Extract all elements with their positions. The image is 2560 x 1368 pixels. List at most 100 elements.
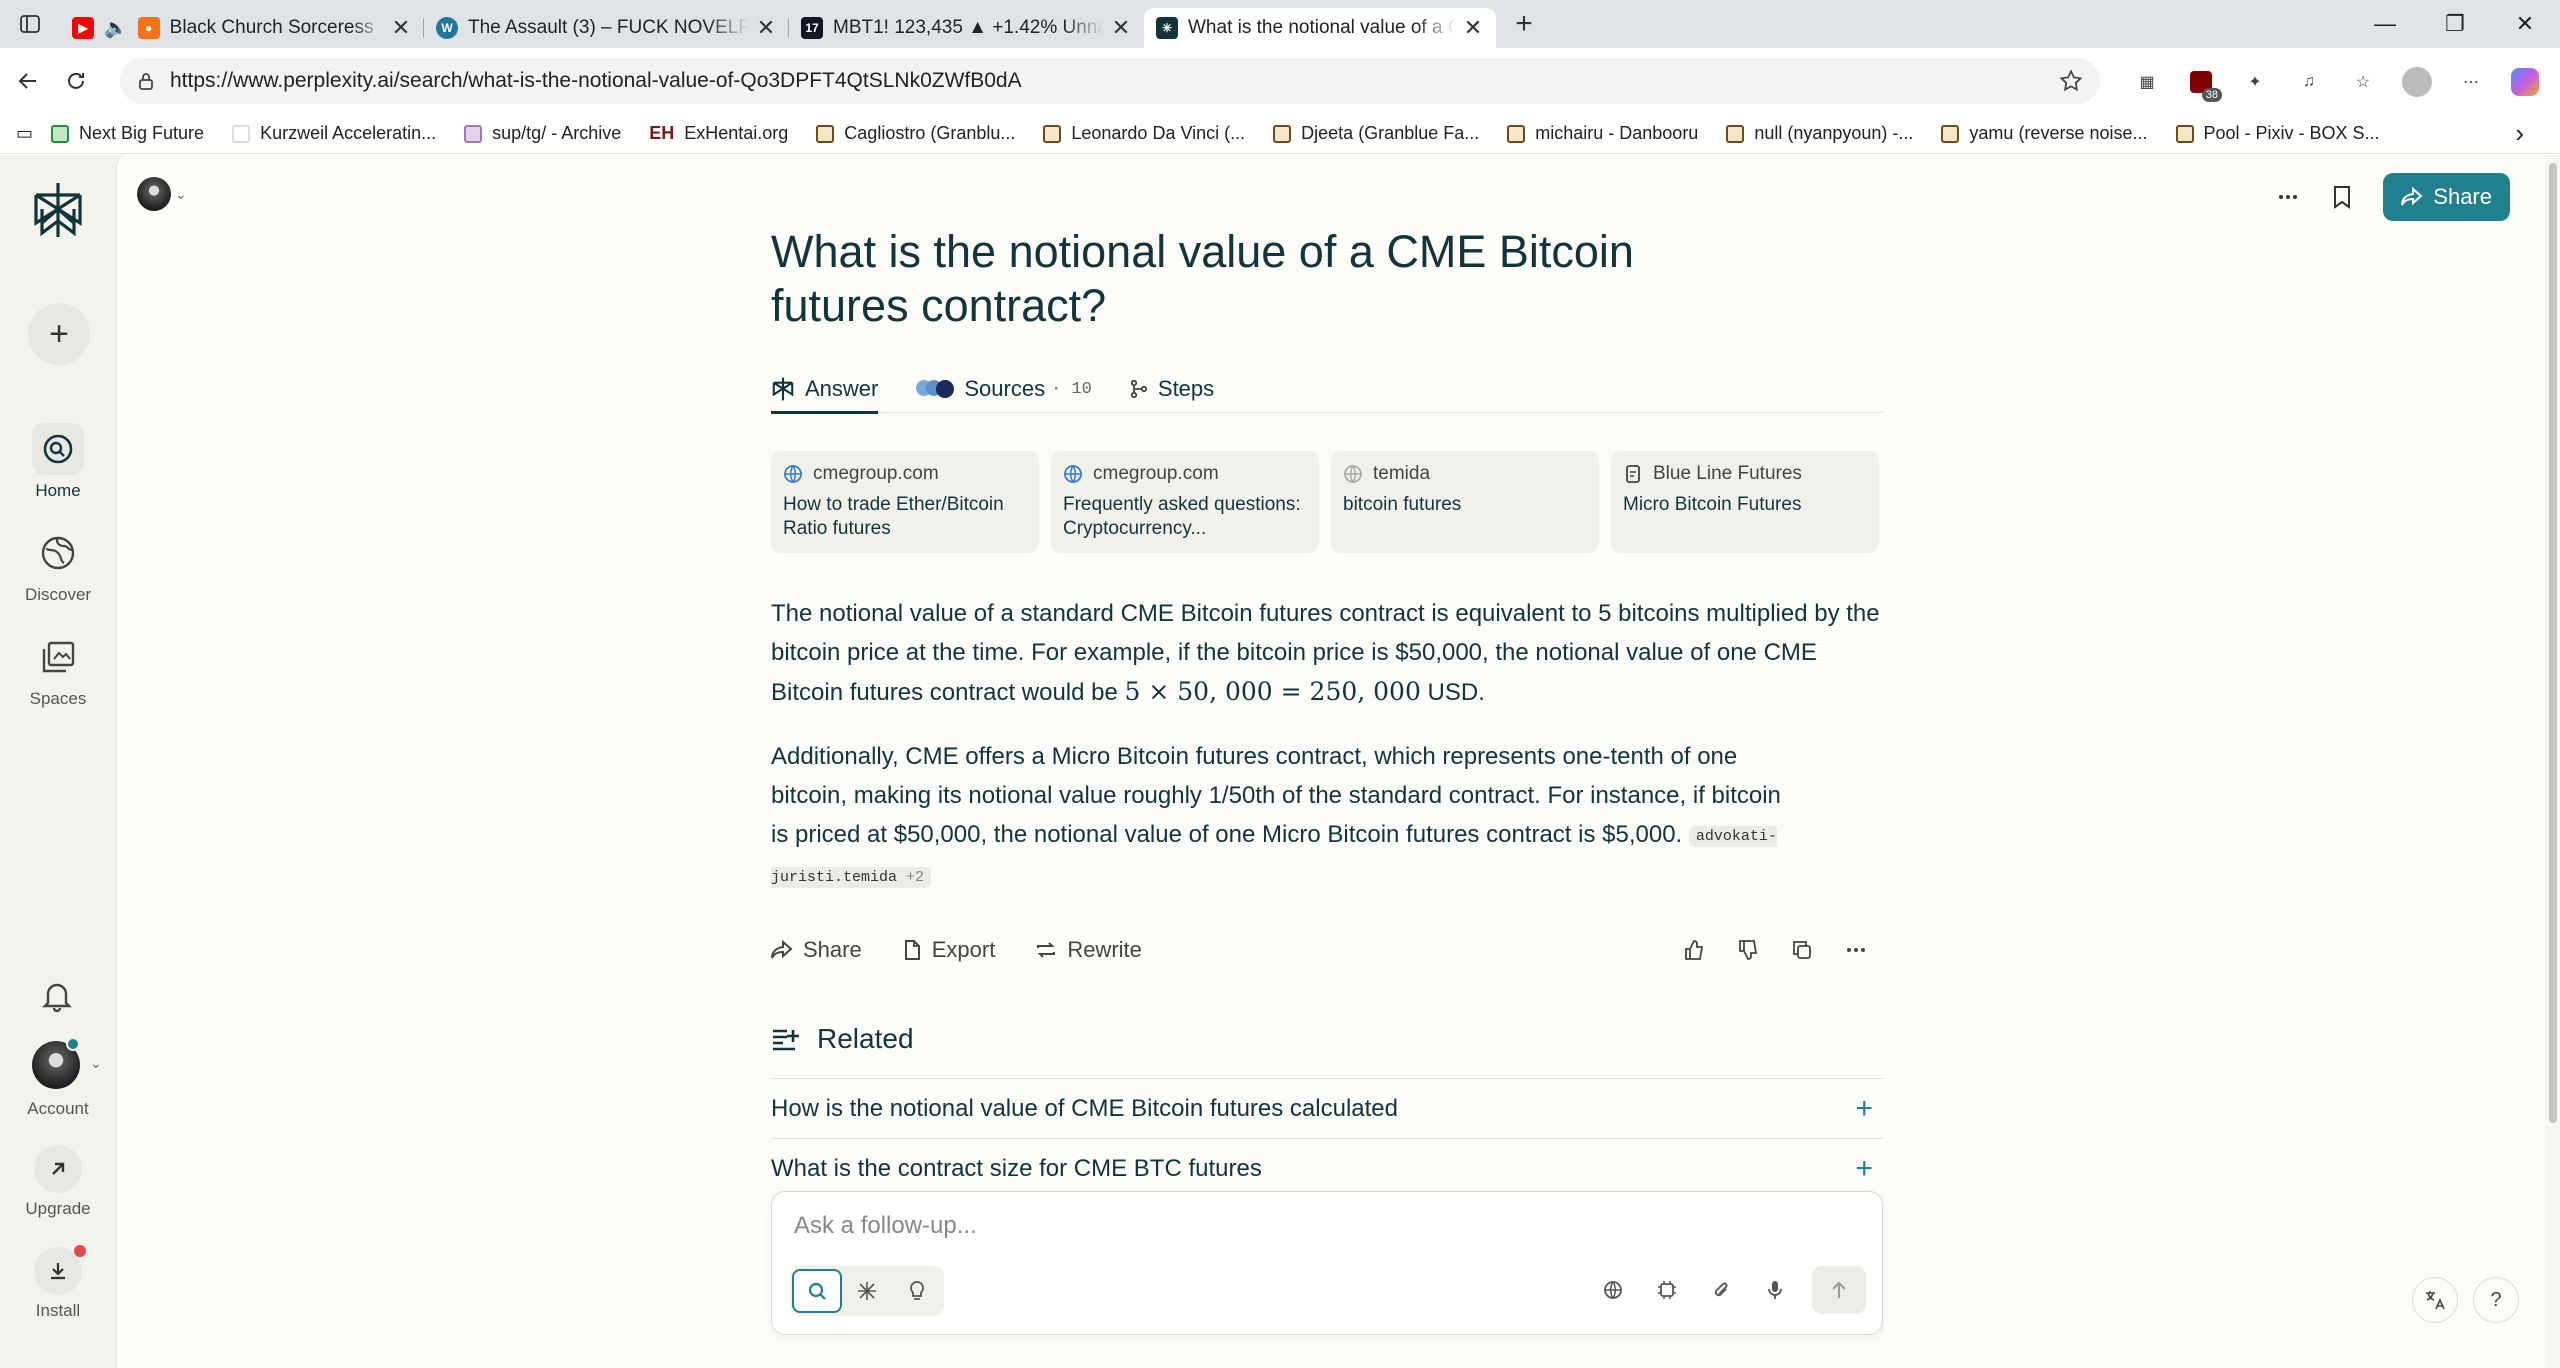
bookmark-item[interactable]: yamu (reverse noise...: [1941, 123, 2148, 144]
attach-paperclip-icon[interactable]: [1694, 1266, 1748, 1314]
close-tab-icon[interactable]: ✕: [1462, 15, 1484, 41]
answer-paragraph: The notional value of a standard CME Bit…: [771, 594, 1883, 712]
bookmark-label: Next Big Future: [79, 123, 205, 143]
sidebar-item-label: Upgrade: [25, 1199, 91, 1218]
source-card[interactable]: temida bitcoin futures: [1331, 451, 1599, 553]
research-mode-icon[interactable]: [842, 1269, 892, 1313]
related-item[interactable]: How is the notional value of CME Bitcoin…: [771, 1078, 1883, 1138]
share-button[interactable]: Share: [2383, 173, 2510, 221]
source-card[interactable]: cmegroup.com Frequently asked questions:…: [1051, 451, 1319, 553]
bookmark-item[interactable]: michairu - Danbooru: [1507, 123, 1698, 144]
speaker-icon[interactable]: 🔈: [104, 16, 128, 40]
browser-tab-active[interactable]: ✳ What is the notional value of a CME ✕: [1144, 8, 1496, 48]
bookmark-item[interactable]: EH ExHentai.org: [649, 123, 788, 144]
rewrite-button[interactable]: Rewrite: [1035, 937, 1142, 963]
model-chip-icon[interactable]: [1640, 1266, 1694, 1314]
help-icon[interactable]: ?: [2473, 1277, 2519, 1323]
read-aloud-icon[interactable]: ♫: [2282, 62, 2336, 102]
tab-label: Steps: [1157, 376, 1215, 401]
ublock-icon[interactable]: 38: [2174, 62, 2228, 102]
sidebar-item-spaces[interactable]: Spaces: [0, 631, 116, 709]
close-tab-icon[interactable]: ✕: [755, 15, 777, 41]
more-options-icon[interactable]: [2261, 173, 2315, 221]
new-thread-button[interactable]: +: [28, 303, 90, 365]
browser-tab[interactable]: W The Assault (3) – FUCK NOVELPIA ✕: [424, 8, 789, 48]
close-window-icon[interactable]: ✕: [2490, 11, 2560, 37]
scrollbar[interactable]: [2545, 155, 2560, 1368]
bookmark-item[interactable]: Kurzweil Acceleratin...: [232, 123, 436, 144]
extensions-puzzle-icon[interactable]: ✦: [2228, 62, 2282, 102]
bookmark-icon[interactable]: [2315, 173, 2369, 221]
copilot-icon[interactable]: [2498, 62, 2552, 102]
minimize-icon[interactable]: —: [2350, 11, 2420, 37]
tab-sources[interactable]: Sources · 10: [916, 365, 1092, 413]
sidebar-item-account[interactable]: ⌄ Account: [0, 1037, 116, 1119]
close-tab-icon[interactable]: ✕: [390, 15, 412, 41]
collections-icon[interactable]: ▭: [16, 123, 33, 144]
qr-code-icon[interactable]: ▦: [2120, 62, 2174, 102]
bookmark-item[interactable]: Djeeta (Granblue Fa...: [1273, 123, 1479, 144]
search-mode-icon[interactable]: [792, 1269, 842, 1313]
address-input[interactable]: https://www.perplexity.ai/search/what-is…: [120, 58, 2100, 104]
source-card[interactable]: cmegroup.com How to trade Ether/Bitcoin …: [771, 451, 1039, 553]
arrow-up-right-icon: [34, 1145, 82, 1193]
back-icon[interactable]: [8, 61, 48, 101]
bookmark-item[interactable]: Pool - Pixiv - BOX S...: [2175, 123, 2380, 144]
bookmark-item[interactable]: Next Big Future: [51, 123, 204, 144]
scrollbar-thumb[interactable]: [2549, 163, 2557, 1123]
bookmark-item[interactable]: sup/tg/ - Archive: [464, 123, 621, 144]
more-menu-icon[interactable]: ⋯: [2444, 62, 2498, 102]
reasoning-bulb-icon[interactable]: [892, 1269, 942, 1313]
flame-icon: ●: [137, 17, 160, 39]
favorite-star-icon[interactable]: [2058, 68, 2084, 94]
source-domain: cmegroup.com: [813, 463, 939, 484]
reload-icon[interactable]: [56, 61, 96, 101]
sidebar-item-upgrade[interactable]: Upgrade: [0, 1145, 116, 1219]
tab-steps[interactable]: Steps: [1130, 365, 1214, 413]
share-action-button[interactable]: Share: [771, 937, 862, 963]
bookmarks-overflow-chevron-icon[interactable]: ›: [2515, 118, 2524, 149]
browser-tab[interactable]: 17 MBT1! 123,435 ▲ +1.42% Unnamed ✕: [789, 8, 1144, 48]
bookmark-item[interactable]: Cagliostro (Granblu...: [816, 123, 1015, 144]
more-options-icon[interactable]: [1829, 930, 1883, 970]
thumbs-up-icon[interactable]: [1667, 930, 1721, 970]
follow-up-input[interactable]: Ask a follow-up...: [794, 1212, 977, 1240]
thread-owner-menu[interactable]: ⌄: [137, 177, 187, 211]
bookmark-label: Pool - Pixiv - BOX S...: [2203, 123, 2380, 143]
microphone-icon[interactable]: [1748, 1266, 1802, 1314]
sidebar-item-install[interactable]: Install: [0, 1245, 116, 1321]
browser-tab[interactable]: ▶ 🔈 ● Black Church Sorceress ✕: [60, 8, 424, 48]
math-expression: 5 × 50, 000 = 250, 000: [1124, 677, 1421, 706]
globe-icon: [32, 527, 84, 579]
tab-answer[interactable]: Answer: [771, 365, 879, 414]
bookmark-favicon: [1043, 124, 1062, 143]
bookmark-favicon: [1726, 124, 1745, 143]
perplexity-logo-icon[interactable]: [30, 179, 86, 241]
export-button[interactable]: Export: [902, 937, 995, 963]
close-tab-icon[interactable]: ✕: [1110, 15, 1132, 41]
steps-branch-icon: [1130, 379, 1148, 399]
copy-icon[interactable]: [1775, 930, 1829, 970]
globe-icon[interactable]: [1586, 1266, 1640, 1314]
profile-avatar-icon[interactable]: [2390, 62, 2444, 102]
sidebar-item-discover[interactable]: Discover: [0, 527, 116, 605]
language-translate-icon[interactable]: [2412, 1277, 2458, 1323]
tab-actions-icon[interactable]: [0, 13, 60, 35]
sidebar-item-home[interactable]: Home: [0, 423, 116, 501]
submit-arrow-icon[interactable]: [1812, 1266, 1866, 1314]
bookmark-item[interactable]: null (nyanpyoun) -...: [1726, 123, 1913, 144]
favorites-icon[interactable]: ☆: [2336, 62, 2390, 102]
share-label: Share: [2433, 184, 2492, 209]
bookmark-item[interactable]: Leonardo Da Vinci (...: [1043, 123, 1245, 144]
related-item[interactable]: What is the contract size for CME BTC fu…: [771, 1138, 1883, 1198]
thumbs-down-icon[interactable]: [1721, 930, 1775, 970]
site-info-icon[interactable]: [136, 71, 156, 91]
thread-toolbar: Share: [2261, 173, 2546, 221]
restore-icon[interactable]: ❐: [2420, 11, 2490, 37]
action-label: Share: [803, 937, 862, 962]
sidebar: + Home Discover Spaces ⌄ Account Upgrade…: [0, 155, 116, 1368]
notifications-bell-icon[interactable]: [40, 979, 74, 1013]
new-tab-icon[interactable]: +: [1496, 7, 1552, 41]
source-card[interactable]: Blue Line Futures Micro Bitcoin Futures: [1611, 451, 1879, 553]
sources-row: cmegroup.com How to trade Ether/Bitcoin …: [771, 451, 1879, 553]
